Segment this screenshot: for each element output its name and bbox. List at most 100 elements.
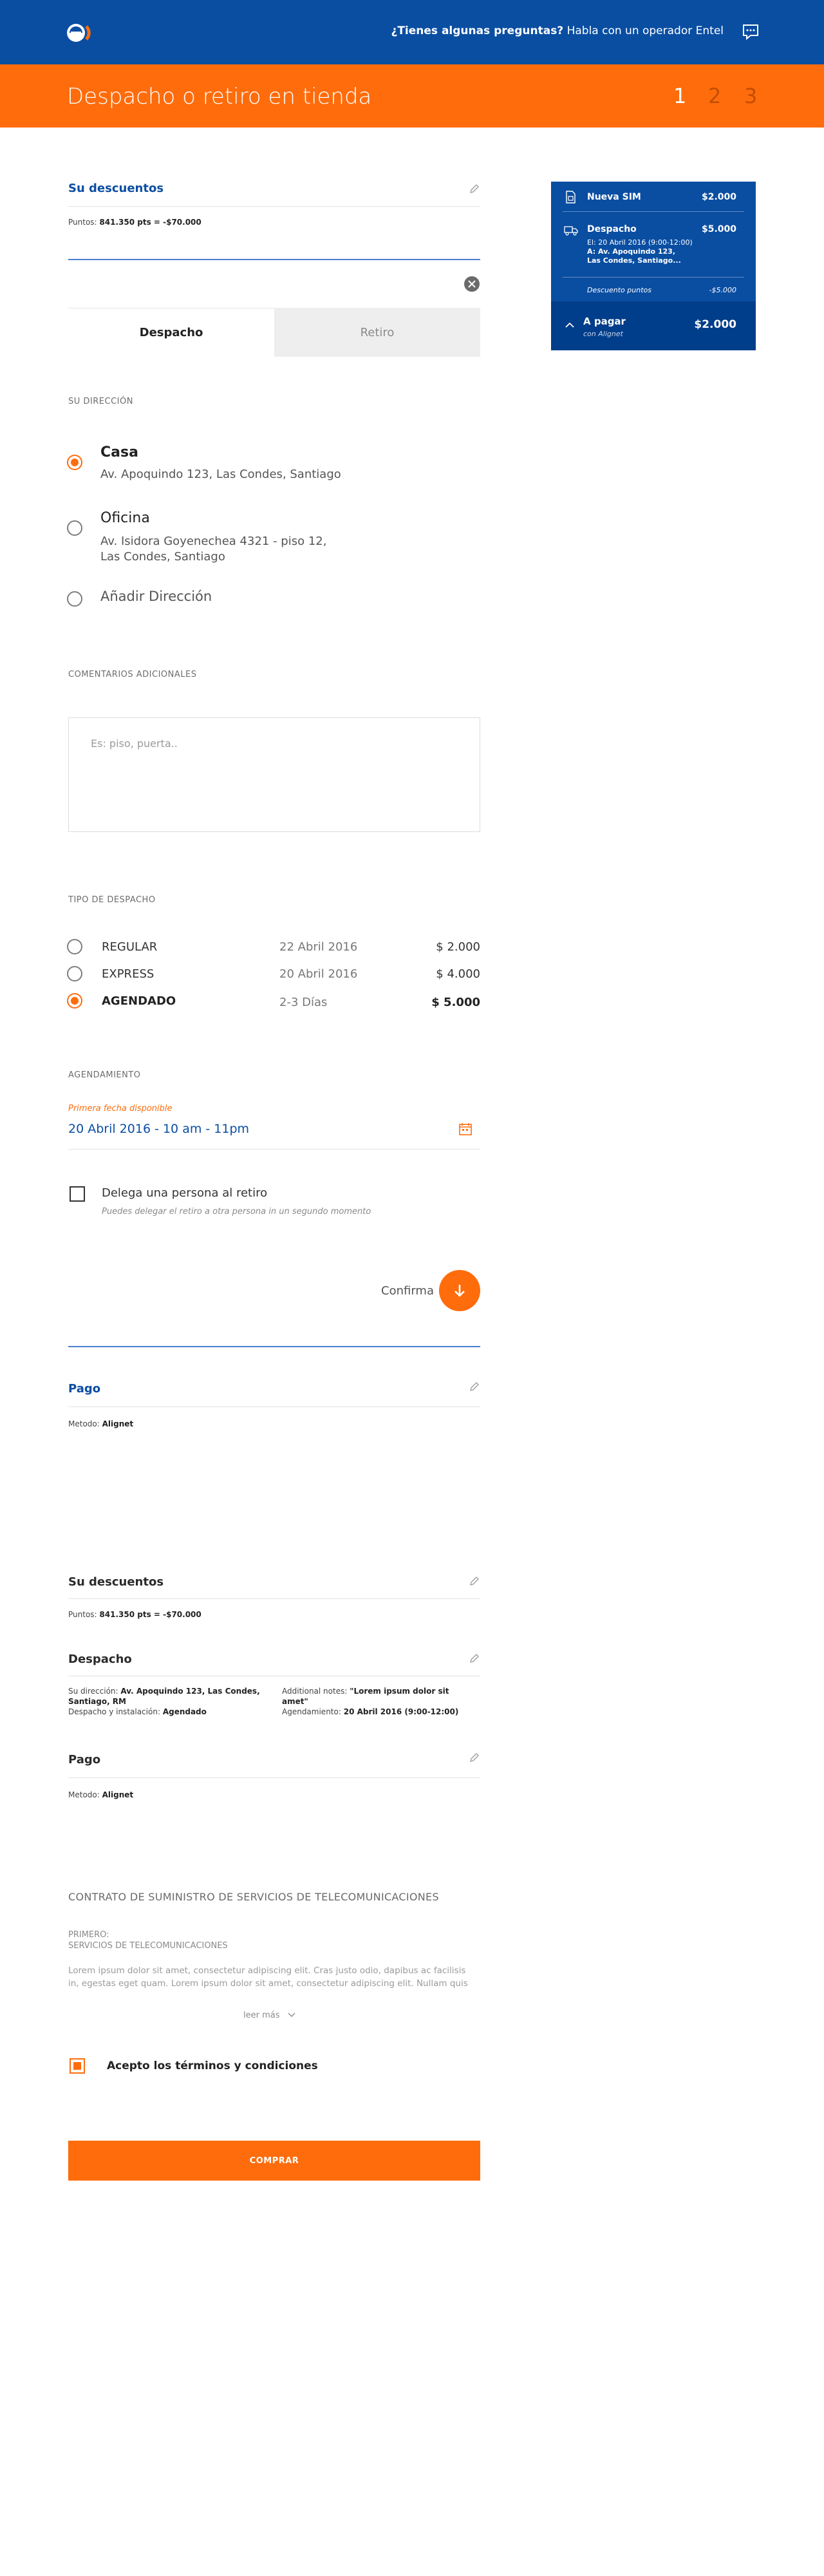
review-address-label: Su dirección:	[68, 1687, 118, 1696]
delegate-hint: Puedes delegar el retiro a otra persona …	[102, 1207, 371, 1217]
divider	[68, 1598, 480, 1599]
chevron-down-icon	[288, 2012, 295, 2017]
discount-input-underline[interactable]	[68, 259, 480, 260]
payment-title: Pago	[68, 1382, 101, 1396]
step-3[interactable]: 3	[744, 84, 757, 108]
confirm-label[interactable]: Confirma	[381, 1284, 434, 1298]
shipping-price-express: $ 4.000	[436, 967, 480, 981]
tab-retiro[interactable]: Retiro	[274, 308, 480, 357]
tab-despacho[interactable]: Despacho	[68, 308, 274, 357]
shipping-price-agendado: $ 5.000	[431, 996, 480, 1009]
chat-bubble-icon[interactable]	[742, 23, 760, 40]
shipping-radio-regular[interactable]	[67, 939, 82, 954]
summary-delivery-line-2: A: Av. Apoquindo 123,	[587, 247, 676, 256]
review-payment-title: Pago	[68, 1753, 101, 1766]
review-schedule-label: Agendamiento:	[282, 1707, 341, 1716]
address-name-oficina: Oficina	[100, 510, 150, 526]
shipping-name-agendado: AGENDADO	[102, 994, 176, 1008]
review-notes-value-1: "Lorem ipsum dolor sit	[350, 1687, 449, 1696]
delegate-checkbox[interactable]	[70, 1186, 85, 1202]
address-radio-casa[interactable]	[67, 455, 82, 470]
delegate-label: Delega una persona al retiro	[102, 1186, 268, 1200]
entel-logo[interactable]	[64, 21, 93, 44]
contract-body: Lorem ipsum dolor sit amet, consectetur …	[68, 1964, 480, 1990]
clear-close-icon[interactable]	[464, 276, 480, 292]
address-section-label: SU DIRECCIÓN	[68, 397, 133, 406]
summary-sim-label: Nueva SIM	[587, 192, 641, 202]
address-line-casa: Av. Apoquindo 123, Las Condes, Santiago	[100, 468, 341, 481]
divider	[68, 206, 480, 207]
review-points: Puntos: 841.350 pts = -$70.000	[68, 1610, 201, 1619]
summary-divider	[563, 211, 744, 212]
shipping-date-express: 20 Abril 2016	[279, 967, 358, 981]
points-value: 841.350 pts = -$70.000	[99, 218, 201, 227]
review-payment-method-value: Alignet	[102, 1790, 134, 1799]
review-payment-method: Metodo: Alignet	[68, 1790, 133, 1799]
terms-checkbox[interactable]	[70, 2058, 85, 2074]
edit-review-discounts-pencil-icon[interactable]	[469, 1575, 480, 1587]
summary-delivery-label: Despacho	[587, 224, 637, 234]
truck-icon	[564, 226, 578, 236]
shipping-name-regular: REGULAR	[102, 940, 158, 954]
read-more-label: leer más	[243, 2011, 280, 2020]
discounts-title: Su descuentos	[68, 182, 164, 195]
discounts-points: Puntos: 841.350 pts = -$70.000	[68, 218, 201, 227]
edit-review-delivery-pencil-icon[interactable]	[469, 1653, 480, 1664]
shipping-name-express: EXPRESS	[102, 967, 154, 981]
address-name-casa: Casa	[100, 444, 138, 460]
address-radio-oficina[interactable]	[67, 520, 82, 536]
edit-review-payment-pencil-icon[interactable]	[469, 1752, 480, 1763]
schedule-field-label: Primera fecha disponible	[68, 1104, 173, 1113]
step-2[interactable]: 2	[708, 84, 721, 108]
edit-discounts-pencil-icon[interactable]	[469, 183, 480, 194]
contract-title: CONTRATO DE SUMINISTRO DE SERVICIOS DE T…	[68, 1891, 439, 1903]
divider	[68, 1777, 480, 1778]
summary-delivery-price: $5.000	[701, 224, 736, 234]
review-discounts-title: Su descuentos	[68, 1575, 164, 1589]
shipping-section-label: TIPO DE DESPACHO	[68, 895, 156, 905]
shipping-date-agendado: 2-3 Días	[279, 996, 328, 1009]
review-points-value: 841.350 pts = -$70.000	[99, 1610, 201, 1619]
summary-pay-label: A pagar	[583, 316, 626, 327]
add-address-label[interactable]: Añadir Dirección	[100, 589, 212, 604]
edit-payment-pencil-icon[interactable]	[469, 1381, 480, 1392]
shipping-date-regular: 22 Abril 2016	[279, 940, 358, 954]
order-summary-card: Nueva SIM $2.000 Despacho $5.000 El: 20 …	[551, 182, 756, 350]
address-line-oficina-1: Av. Isidora Goyenechea 4321 - piso 12,	[100, 535, 327, 548]
summary-discount-value: -$5.000	[709, 286, 736, 294]
chevron-up-icon[interactable]	[565, 322, 574, 328]
schedule-section-label: AGENDAMIENTO	[68, 1070, 141, 1080]
review-install-label: Despacho y instalación:	[68, 1707, 160, 1716]
help-question: ¿Tienes algunas preguntas?	[391, 24, 564, 37]
arrow-down-icon	[454, 1285, 465, 1297]
add-address-radio[interactable]	[67, 591, 82, 607]
contract-sub-2: SERVICIOS DE TELECOMUNICACIONES	[68, 1941, 228, 1951]
contract-body-1: Lorem ipsum dolor sit amet, consectetur …	[68, 1965, 466, 1976]
review-notes: Additional notes: "Lorem ipsum dolor sit…	[282, 1686, 458, 1717]
contract-sub-1: PRIMERO:	[68, 1930, 109, 1940]
review-address-value-1: Av. Apoquindo 123, Las Condes,	[120, 1687, 260, 1696]
payment-method-label: Metodo:	[68, 1419, 100, 1428]
confirm-button[interactable]	[439, 1270, 480, 1311]
comments-textarea[interactable]: Es: piso, puerta..	[68, 717, 480, 832]
review-notes-value-2: amet"	[282, 1697, 308, 1706]
shipping-radio-agendado[interactable]	[67, 993, 82, 1009]
summary-delivery-line-3: Las Condes, Santiago...	[587, 256, 681, 265]
summary-delivery-details: El: 20 Abril 2016 (9:00-12:00) A: Av. Ap…	[587, 238, 693, 265]
read-more-link[interactable]: leer más	[243, 2011, 295, 2020]
summary-pay-total: $2.000	[694, 318, 736, 331]
review-points-label: Puntos:	[68, 1610, 97, 1619]
summary-discount-label: Descuento puntos	[587, 286, 651, 294]
sim-card-icon	[566, 191, 576, 204]
review-schedule-value: 20 Abril 2016 (9:00-12:00)	[343, 1707, 459, 1716]
buy-button[interactable]: COMPRAR	[68, 2141, 480, 2181]
comments-section-label: COMENTARIOS ADICIONALES	[68, 670, 197, 679]
summary-total-bar[interactable]: A pagar con Alignet $2.000	[551, 301, 756, 350]
schedule-field-value[interactable]: 20 Abril 2016 - 10 am - 11pm	[68, 1122, 249, 1136]
help-operator-link[interactable]: Habla con un operador Entel	[567, 24, 724, 37]
shipping-price-regular: $ 2.000	[436, 940, 480, 954]
step-1[interactable]: 1	[673, 84, 686, 108]
summary-sim-price: $2.000	[701, 192, 736, 202]
calendar-icon[interactable]	[458, 1122, 473, 1136]
shipping-radio-express[interactable]	[67, 966, 82, 981]
